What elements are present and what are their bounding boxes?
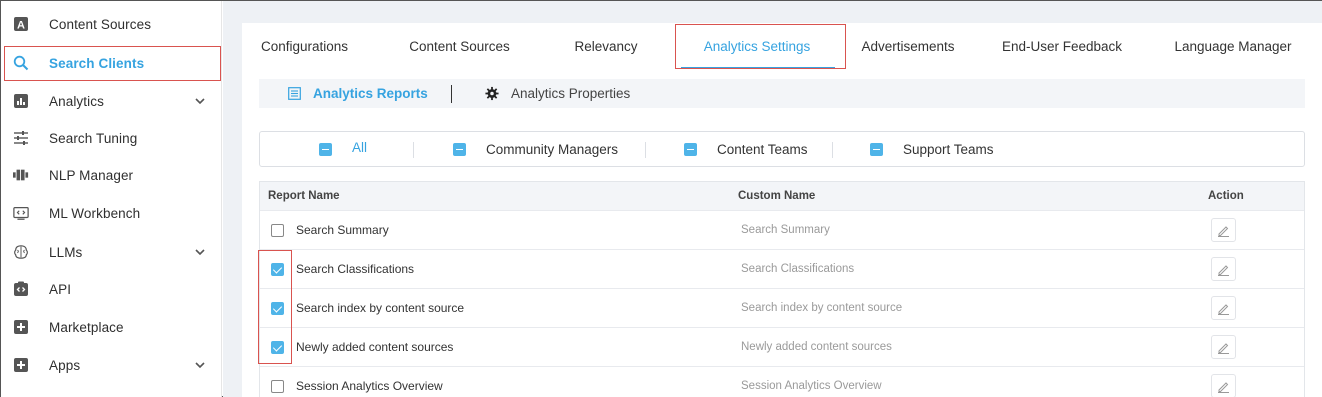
tab-advertisements[interactable]: Advertisements xyxy=(847,23,969,69)
filter-label: Support Teams xyxy=(903,141,994,157)
tab-content-sources[interactable]: Content Sources xyxy=(397,23,522,69)
checked-rows-highlight xyxy=(258,250,292,364)
custom-name-field[interactable]: Search index by content source xyxy=(741,289,902,327)
sliders-icon xyxy=(13,130,29,146)
table-row: Search Classifications Search Classifica… xyxy=(260,249,1304,288)
sidebar-item-nlp-manager[interactable]: NLP Manager xyxy=(1,156,222,194)
row-checkbox[interactable] xyxy=(271,224,284,237)
report-name: Search Summary xyxy=(296,223,389,237)
sidebar-item-search-tuning[interactable]: Search Tuning xyxy=(1,119,222,157)
chevron-down-icon[interactable] xyxy=(193,358,207,372)
edit-icon[interactable] xyxy=(1211,374,1236,397)
custom-name-field[interactable]: Newly added content sources xyxy=(741,328,892,366)
sidebar-item-api[interactable]: API xyxy=(1,270,222,308)
sidebar-item-apps[interactable]: Apps xyxy=(1,346,222,384)
tab-relevancy[interactable]: Relevancy xyxy=(560,23,652,69)
search-clients-highlight xyxy=(4,46,221,81)
filter-checkbox[interactable] xyxy=(684,142,697,156)
table-header: Report Name Custom Name Action xyxy=(260,182,1304,210)
gear-icon xyxy=(485,86,499,101)
tab-end-user-feedback[interactable]: End-User Feedback xyxy=(992,23,1132,69)
report-name: Session Analytics Overview xyxy=(296,379,443,393)
custom-name-field[interactable]: Search Classifications xyxy=(741,250,854,288)
filter-content-teams[interactable]: Content Teams xyxy=(684,132,808,166)
custom-name-field[interactable]: Search Summary xyxy=(741,211,830,249)
report-name: Search Classifications xyxy=(296,262,415,276)
sidebar-item-marketplace[interactable]: Marketplace xyxy=(1,308,222,346)
sidebar-item-label: API xyxy=(49,281,72,297)
filter-checkbox[interactable] xyxy=(453,142,466,156)
bar-chart-icon xyxy=(13,93,29,109)
table-row: Search index by content source Search in… xyxy=(260,288,1304,327)
sidebar-item-content-sources[interactable]: A Content Sources xyxy=(1,5,222,43)
sidebar-item-label: Apps xyxy=(49,357,81,373)
chevron-down-icon[interactable] xyxy=(193,245,207,259)
sidebar-item-label: NLP Manager xyxy=(49,167,134,183)
brain-icon xyxy=(13,244,29,260)
row-checkbox[interactable] xyxy=(271,380,284,393)
filter-support-teams[interactable]: Support Teams xyxy=(870,132,994,166)
table-row: Search Summary Search Summary xyxy=(260,210,1304,249)
tab-configurations[interactable]: Configurations xyxy=(252,23,357,69)
sidebar-item-label: Analytics xyxy=(49,93,104,109)
filter-divider xyxy=(645,142,646,158)
table-row: Newly added content sources Newly added … xyxy=(260,327,1304,366)
analytics-settings-highlight xyxy=(675,24,846,69)
chevron-down-icon[interactable] xyxy=(193,94,207,108)
subtab-label: Analytics Properties xyxy=(511,86,631,101)
edit-icon[interactable] xyxy=(1211,335,1236,359)
reports-table: Report Name Custom Name Action Search Su… xyxy=(259,181,1305,397)
filter-community-managers[interactable]: Community Managers xyxy=(453,132,618,166)
subtab-divider xyxy=(451,85,452,103)
sidebar-item-label: LLMs xyxy=(49,244,83,260)
edit-icon[interactable] xyxy=(1211,257,1236,281)
edit-icon[interactable] xyxy=(1211,218,1236,242)
letter-a-icon: A xyxy=(13,16,29,32)
sidebar-item-label: Content Sources xyxy=(49,16,152,32)
filter-checkbox[interactable] xyxy=(870,142,883,156)
svg-text:A: A xyxy=(17,20,25,32)
edit-icon[interactable] xyxy=(1211,296,1236,320)
report-list-icon xyxy=(287,87,301,101)
nlp-icon xyxy=(13,167,29,183)
column-header-report-name: Report Name xyxy=(268,190,340,202)
sidebar-item-label: Search Tuning xyxy=(49,130,138,146)
sidebar-item-ml-workbench[interactable]: ML Workbench xyxy=(1,194,222,232)
column-header-custom-name: Custom Name xyxy=(738,190,816,202)
api-icon xyxy=(13,281,29,297)
filter-all[interactable]: All xyxy=(319,132,367,166)
report-name: Newly added content sources xyxy=(296,340,454,354)
plus-square-icon xyxy=(13,319,29,335)
filter-label: All xyxy=(352,139,368,155)
sidebar-item-llms[interactable]: LLMs xyxy=(1,233,222,271)
filter-divider xyxy=(832,142,833,158)
subtab-label: Analytics Reports xyxy=(313,86,428,101)
filter-label: Community Managers xyxy=(486,141,619,157)
subtab-bar: Analytics Reports Analytics Properties xyxy=(259,79,1305,108)
sidebar-item-analytics[interactable]: Analytics xyxy=(1,82,222,120)
column-header-action: Action xyxy=(1208,190,1244,202)
role-filter-bar: All Community Managers Content Teams Sup… xyxy=(259,131,1305,167)
custom-name-field[interactable]: Session Analytics Overview xyxy=(741,367,882,397)
report-name: Search index by content source xyxy=(296,301,465,315)
filter-divider xyxy=(413,142,414,158)
tab-language-manager[interactable]: Language Manager xyxy=(1162,23,1304,69)
filter-checkbox[interactable] xyxy=(319,142,332,156)
plus-square-icon xyxy=(13,357,29,373)
code-window-icon xyxy=(13,205,29,221)
subtab-analytics-reports[interactable]: Analytics Reports xyxy=(287,79,428,108)
table-row: Session Analytics Overview Session Analy… xyxy=(260,366,1304,397)
subtab-analytics-properties[interactable]: Analytics Properties xyxy=(485,79,630,108)
sidebar-item-label: Marketplace xyxy=(49,319,124,335)
filter-label: Content Teams xyxy=(717,141,808,157)
sidebar-item-label: ML Workbench xyxy=(49,205,141,221)
